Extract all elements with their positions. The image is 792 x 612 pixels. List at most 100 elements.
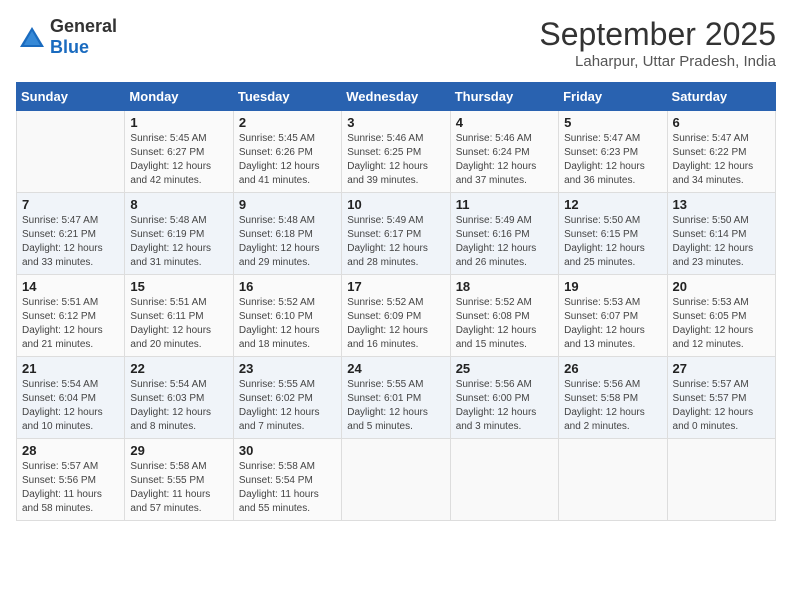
day-cell: 21Sunrise: 5:54 AM Sunset: 6:04 PM Dayli… — [17, 357, 125, 439]
month-title: September 2025 — [539, 16, 776, 53]
day-cell: 17 Sunrise: 5:52 AM Sunset: 6:09 PM Dayli… — [342, 275, 450, 357]
day-number: 17 — [347, 279, 444, 294]
day-info: Sunrise: 5:51 AM Sunset: 6:11 PM Dayligh… — [130, 296, 227, 352]
day-number: 1 — [130, 115, 227, 130]
day-cell: 22 Sunrise: 5:54 AM Sunset: 6:03 PM Dayli… — [125, 357, 233, 439]
weekday-header-saturday: Saturday — [667, 83, 775, 111]
day-info: Sunrise: 5:54 AM Sunset: 6:04 PM Dayligh… — [22, 378, 119, 434]
day-info: Sunrise: 5:53 AM Sunset: 6:05 PM Dayligh… — [673, 296, 770, 352]
day-info: Sunrise: 5:46 AM Sunset: 6:24 PM Dayligh… — [456, 132, 553, 188]
day-number: 18 — [456, 279, 553, 294]
day-number: 26 — [564, 361, 661, 376]
day-info: Sunrise: 5:55 AM Sunset: 6:01 PM Dayligh… — [347, 378, 444, 434]
day-cell — [667, 439, 775, 521]
day-cell: 18 Sunrise: 5:52 AM Sunset: 6:08 PM Dayli… — [450, 275, 558, 357]
day-info: Sunrise: 5:52 AM Sunset: 6:10 PM Dayligh… — [239, 296, 336, 352]
weekday-header-row: SundayMondayTuesdayWednesdayThursdayFrid… — [17, 83, 776, 111]
day-cell: 11 Sunrise: 5:49 AM Sunset: 6:16 PM Dayli… — [450, 193, 558, 275]
day-number: 15 — [130, 279, 227, 294]
week-row-4: 21Sunrise: 5:54 AM Sunset: 6:04 PM Dayli… — [17, 357, 776, 439]
day-cell: 3 Sunrise: 5:46 AM Sunset: 6:25 PM Daylig… — [342, 111, 450, 193]
day-cell: 2 Sunrise: 5:45 AM Sunset: 6:26 PM Daylig… — [233, 111, 341, 193]
logo-icon — [18, 25, 46, 49]
day-number: 24 — [347, 361, 444, 376]
day-number: 3 — [347, 115, 444, 130]
day-number: 25 — [456, 361, 553, 376]
day-cell: 26Sunrise: 5:56 AM Sunset: 5:58 PM Dayli… — [559, 357, 667, 439]
day-number: 13 — [673, 197, 770, 212]
day-info: Sunrise: 5:54 AM Sunset: 6:03 PM Dayligh… — [130, 378, 227, 434]
week-row-5: 28 Sunrise: 5:57 AM Sunset: 5:56 PM Dayli… — [17, 439, 776, 521]
day-cell: 6 Sunrise: 5:47 AM Sunset: 6:22 PM Daylig… — [667, 111, 775, 193]
day-cell: 29 Sunrise: 5:58 AM Sunset: 5:55 PM Dayli… — [125, 439, 233, 521]
day-info: Sunrise: 5:49 AM Sunset: 6:16 PM Dayligh… — [456, 214, 553, 270]
weekday-header-friday: Friday — [559, 83, 667, 111]
day-cell — [450, 439, 558, 521]
day-cell — [559, 439, 667, 521]
day-info: Sunrise: 5:47 AM Sunset: 6:21 PM Dayligh… — [22, 214, 119, 270]
logo-text: General Blue — [50, 16, 117, 58]
day-cell: 5Sunrise: 5:47 AM Sunset: 6:23 PM Daylig… — [559, 111, 667, 193]
day-number: 7 — [22, 197, 119, 212]
logo-general: General — [50, 16, 117, 36]
day-number: 20 — [673, 279, 770, 294]
day-info: Sunrise: 5:48 AM Sunset: 6:18 PM Dayligh… — [239, 214, 336, 270]
day-number: 11 — [456, 197, 553, 212]
day-info: Sunrise: 5:50 AM Sunset: 6:15 PM Dayligh… — [564, 214, 661, 270]
day-cell: 13 Sunrise: 5:50 AM Sunset: 6:14 PM Dayli… — [667, 193, 775, 275]
day-number: 9 — [239, 197, 336, 212]
weekday-header-thursday: Thursday — [450, 83, 558, 111]
day-cell: 28 Sunrise: 5:57 AM Sunset: 5:56 PM Dayli… — [17, 439, 125, 521]
weekday-header-monday: Monday — [125, 83, 233, 111]
day-number: 22 — [130, 361, 227, 376]
day-info: Sunrise: 5:45 AM Sunset: 6:26 PM Dayligh… — [239, 132, 336, 188]
day-info: Sunrise: 5:57 AM Sunset: 5:56 PM Dayligh… — [22, 460, 119, 516]
day-cell: 24 Sunrise: 5:55 AM Sunset: 6:01 PM Dayli… — [342, 357, 450, 439]
day-number: 27 — [673, 361, 770, 376]
day-info: Sunrise: 5:55 AM Sunset: 6:02 PM Dayligh… — [239, 378, 336, 434]
day-number: 4 — [456, 115, 553, 130]
day-number: 12 — [564, 197, 661, 212]
day-info: Sunrise: 5:47 AM Sunset: 6:23 PM Dayligh… — [564, 132, 661, 188]
day-number: 28 — [22, 443, 119, 458]
day-info: Sunrise: 5:52 AM Sunset: 6:09 PM Dayligh… — [347, 296, 444, 352]
day-info: Sunrise: 5:52 AM Sunset: 6:08 PM Dayligh… — [456, 296, 553, 352]
day-number: 2 — [239, 115, 336, 130]
logo: General Blue — [16, 16, 117, 58]
day-cell: 25Sunrise: 5:56 AM Sunset: 6:00 PM Dayli… — [450, 357, 558, 439]
day-info: Sunrise: 5:45 AM Sunset: 6:27 PM Dayligh… — [130, 132, 227, 188]
day-info: Sunrise: 5:57 AM Sunset: 5:57 PM Dayligh… — [673, 378, 770, 434]
day-info: Sunrise: 5:58 AM Sunset: 5:55 PM Dayligh… — [130, 460, 227, 516]
week-row-2: 7 Sunrise: 5:47 AM Sunset: 6:21 PM Daylig… — [17, 193, 776, 275]
day-cell: 4 Sunrise: 5:46 AM Sunset: 6:24 PM Daylig… — [450, 111, 558, 193]
day-cell: 20 Sunrise: 5:53 AM Sunset: 6:05 PM Dayli… — [667, 275, 775, 357]
day-info: Sunrise: 5:50 AM Sunset: 6:14 PM Dayligh… — [673, 214, 770, 270]
day-cell: 19Sunrise: 5:53 AM Sunset: 6:07 PM Dayli… — [559, 275, 667, 357]
day-info: Sunrise: 5:47 AM Sunset: 6:22 PM Dayligh… — [673, 132, 770, 188]
logo-blue: Blue — [50, 37, 89, 57]
day-info: Sunrise: 5:58 AM Sunset: 5:54 PM Dayligh… — [239, 460, 336, 516]
day-cell — [17, 111, 125, 193]
day-number: 29 — [130, 443, 227, 458]
day-info: Sunrise: 5:46 AM Sunset: 6:25 PM Dayligh… — [347, 132, 444, 188]
day-info: Sunrise: 5:48 AM Sunset: 6:19 PM Dayligh… — [130, 214, 227, 270]
day-cell: 14Sunrise: 5:51 AM Sunset: 6:12 PM Dayli… — [17, 275, 125, 357]
day-cell: 27 Sunrise: 5:57 AM Sunset: 5:57 PM Dayli… — [667, 357, 775, 439]
day-cell — [342, 439, 450, 521]
day-cell: 12 Sunrise: 5:50 AM Sunset: 6:15 PM Dayli… — [559, 193, 667, 275]
day-number: 6 — [673, 115, 770, 130]
day-number: 14 — [22, 279, 119, 294]
day-cell: 15 Sunrise: 5:51 AM Sunset: 6:11 PM Dayli… — [125, 275, 233, 357]
calendar: SundayMondayTuesdayWednesdayThursdayFrid… — [16, 82, 776, 521]
day-info: Sunrise: 5:53 AM Sunset: 6:07 PM Dayligh… — [564, 296, 661, 352]
day-cell: 30Sunrise: 5:58 AM Sunset: 5:54 PM Dayli… — [233, 439, 341, 521]
day-cell: 9 Sunrise: 5:48 AM Sunset: 6:18 PM Daylig… — [233, 193, 341, 275]
day-number: 23 — [239, 361, 336, 376]
day-cell: 7 Sunrise: 5:47 AM Sunset: 6:21 PM Daylig… — [17, 193, 125, 275]
location-title: Laharpur, Uttar Pradesh, India — [539, 53, 776, 70]
day-cell: 10Sunrise: 5:49 AM Sunset: 6:17 PM Dayli… — [342, 193, 450, 275]
day-cell: 1 Sunrise: 5:45 AM Sunset: 6:27 PM Daylig… — [125, 111, 233, 193]
day-number: 16 — [239, 279, 336, 294]
day-info: Sunrise: 5:49 AM Sunset: 6:17 PM Dayligh… — [347, 214, 444, 270]
weekday-header-sunday: Sunday — [17, 83, 125, 111]
